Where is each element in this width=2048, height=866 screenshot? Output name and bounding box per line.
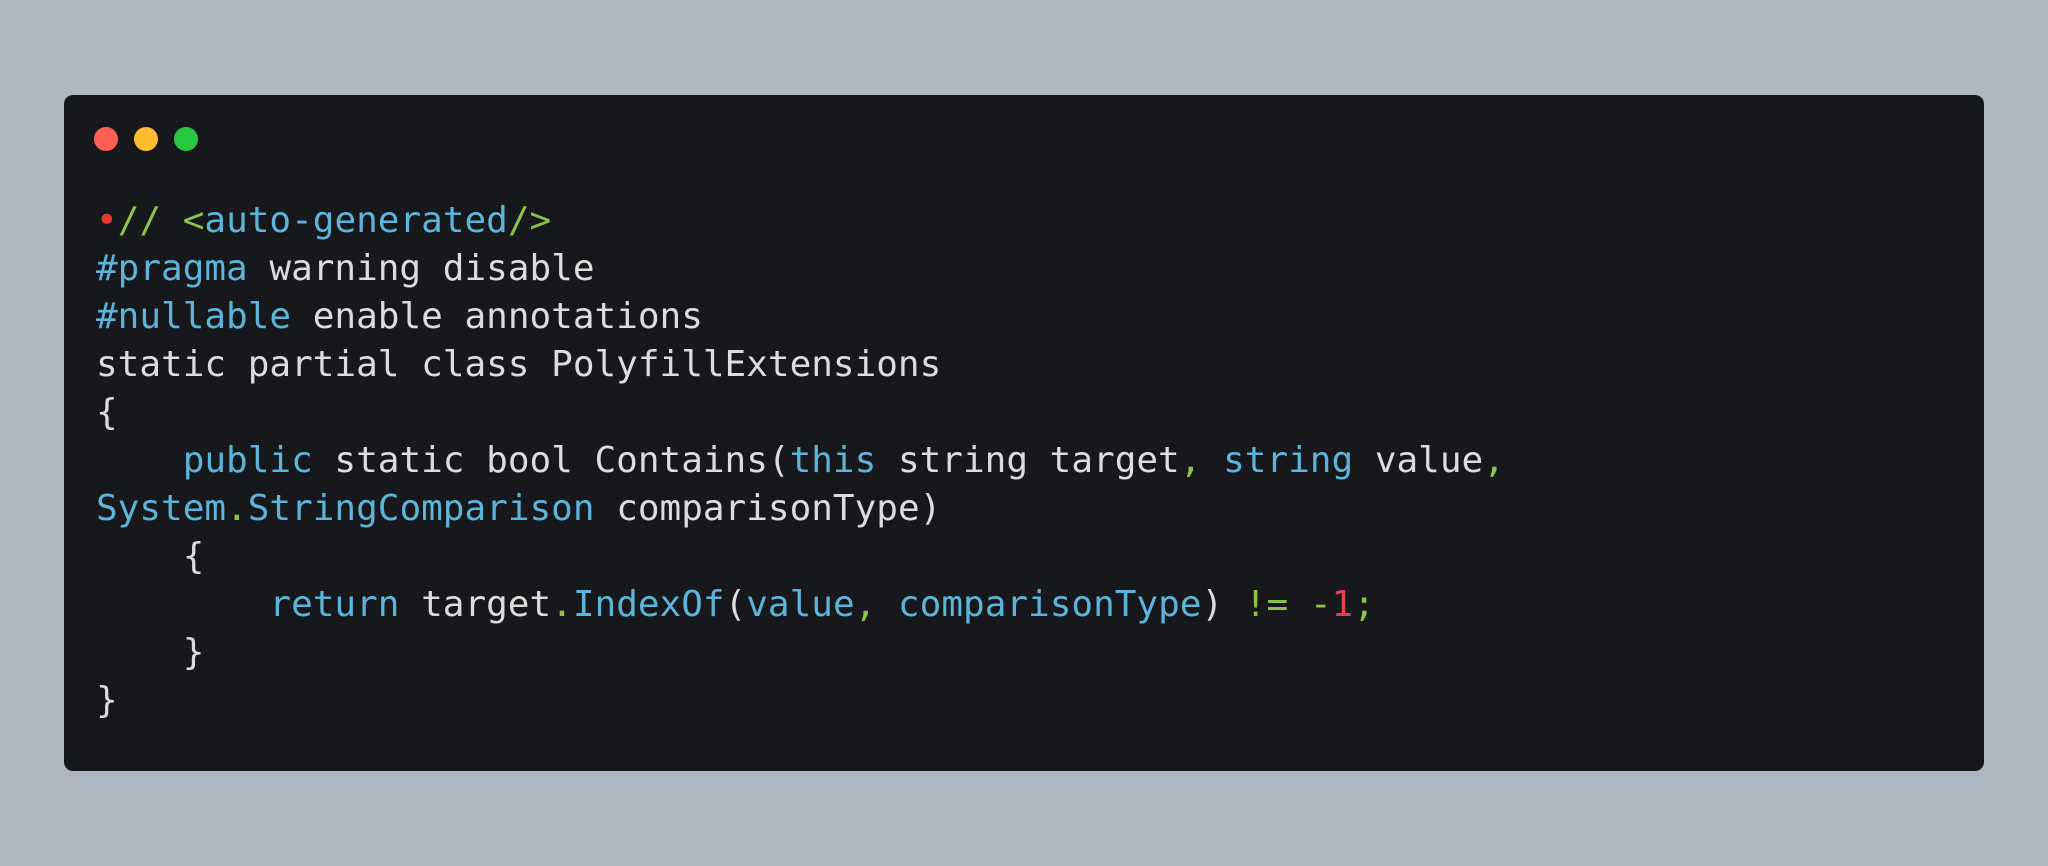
code-token-plain: {: [96, 392, 118, 433]
code-token-number: 1: [1331, 584, 1354, 625]
close-dot-icon[interactable]: [94, 127, 118, 151]
code-line: public static bool Contains(this string …: [96, 437, 1505, 485]
code-token-plain: }: [96, 680, 118, 721]
code-token-plain: comparisonType): [594, 488, 942, 529]
code-token-punct: ,: [1179, 440, 1202, 481]
code-token-plain: static partial class PolyfillExtensions: [96, 344, 942, 385]
code-token-keyword: return: [269, 584, 400, 625]
code-token-punct: .: [226, 488, 248, 529]
window-controls: [94, 127, 198, 151]
code-token-punct: ,: [1483, 440, 1505, 481]
code-token-plain: target: [399, 584, 552, 625]
code-token-plain: enable annotations: [291, 296, 703, 337]
code-token-plain: string target: [876, 440, 1180, 481]
code-token-ident: comparisonType: [898, 584, 1202, 625]
code-line: return target.IndexOf(value, comparisonT…: [96, 581, 1505, 629]
code-token-comment: <: [182, 200, 205, 241]
code-line: •// <auto-generated/>: [96, 197, 1505, 245]
code-token-plain: ): [1201, 584, 1245, 625]
code-token-type: StringComparison: [247, 488, 595, 529]
code-token-tag: auto-generated: [204, 200, 508, 241]
code-token-comment: />: [507, 200, 552, 241]
code-token-punct: ,: [854, 584, 877, 625]
code-token-keyword: this: [789, 440, 877, 481]
code-token-ident: value: [746, 584, 855, 625]
code-line: {: [96, 389, 1505, 437]
code-line: }: [96, 677, 1505, 725]
code-line: static partial class PolyfillExtensions: [96, 341, 1505, 389]
code-token-marker: •: [96, 200, 118, 241]
code-line: #pragma warning disable: [96, 245, 1505, 293]
code-token-operator: !=: [1244, 584, 1289, 625]
code-token-comment: //: [117, 200, 183, 241]
code-token-operator: -: [1309, 584, 1332, 625]
code-token-plain: }: [96, 632, 205, 673]
code-window: •// <auto-generated/> #pragma warning dis…: [64, 95, 1984, 771]
minimize-dot-icon[interactable]: [134, 127, 158, 151]
code-token-directive: #pragma: [96, 248, 248, 289]
code-token-punct: .: [551, 584, 573, 625]
code-token-plain: value: [1353, 440, 1484, 481]
code-token-plain: (: [724, 584, 747, 625]
code-token-directive: #nullable: [96, 296, 292, 337]
code-line: {: [96, 533, 1505, 581]
code-token-keyword: string: [1223, 440, 1354, 481]
code-line: System.StringComparison comparisonType): [96, 485, 1505, 533]
code-token-type: System: [96, 488, 227, 529]
code-token-plain: warning disable: [247, 248, 595, 289]
code-token-punct: ;: [1353, 584, 1375, 625]
code-block: •// <auto-generated/> #pragma warning dis…: [96, 197, 1505, 725]
code-token-plain: static bool Contains(: [312, 440, 790, 481]
code-token-ident: IndexOf: [572, 584, 725, 625]
code-token-keyword: public: [182, 440, 313, 481]
code-line: }: [96, 629, 1505, 677]
code-line: #nullable enable annotations: [96, 293, 1505, 341]
code-token-plain: {: [96, 536, 205, 577]
maximize-dot-icon[interactable]: [174, 127, 198, 151]
